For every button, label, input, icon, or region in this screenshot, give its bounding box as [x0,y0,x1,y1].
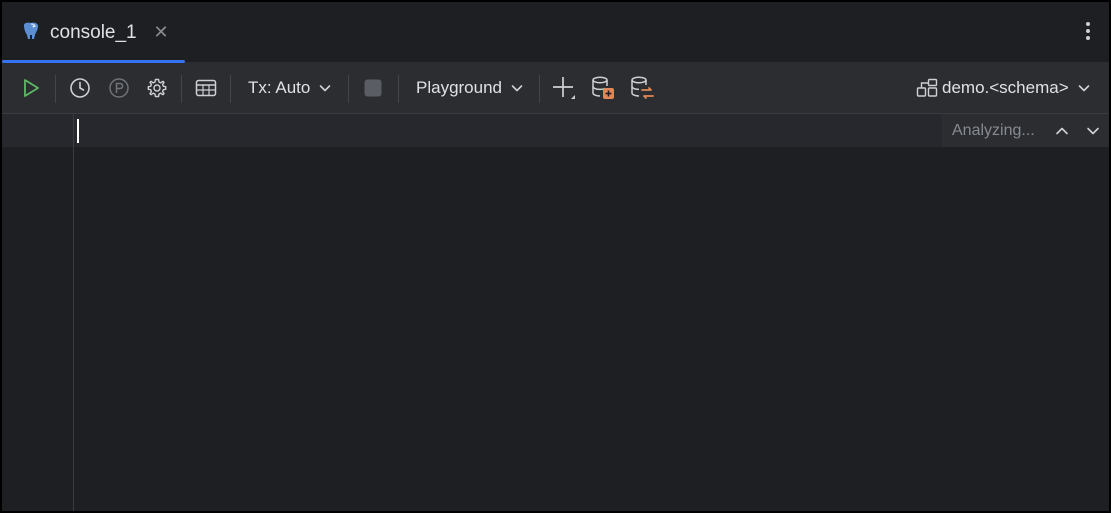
toolbar-separator [55,75,56,103]
toolbar-separator [398,75,399,103]
tab-label: console_1 [50,22,137,43]
database-add-icon [592,76,614,99]
parameters-button[interactable] [106,75,132,101]
toolbar-separator [181,75,182,103]
tab-bar: console_1 ✕ [2,2,1109,63]
schema-label: demo.<schema> [942,78,1069,97]
chevron-down-icon[interactable] [1085,123,1101,139]
gutter-divider [73,114,74,511]
console-toolbar: Tx: Auto Playground demo.<schema> [2,63,1109,114]
chevron-down-icon [1078,85,1089,92]
plus-icon [553,77,575,99]
parameter-p-icon [109,78,129,98]
schema-selector[interactable]: demo.<schema> [916,75,1091,101]
console-window: console_1 ✕ Tx: Auto Playground demo.<sc… [2,2,1109,511]
chevron-down-icon [511,85,523,92]
close-icon[interactable]: ✕ [152,21,170,43]
transaction-mode-dropdown[interactable]: Tx: Auto [248,75,332,101]
run-icon [24,79,39,97]
transaction-mode-label: Tx: Auto [248,78,311,97]
postgresql-elephant-icon [24,22,38,39]
sql-editor[interactable]: Analyzing... [2,114,1109,511]
playground-mode-dropdown[interactable]: Playground [416,75,524,101]
clock-icon [70,78,90,98]
toolbar-separator [539,75,540,103]
add-data-source-button[interactable] [590,75,616,101]
analyzing-status: Analyzing... [952,122,1035,139]
settings-button[interactable] [144,75,170,101]
execute-button[interactable] [18,75,44,101]
database-switch-icon [631,76,654,99]
chevron-down-icon [320,85,331,92]
gear-icon [147,78,167,98]
stop-button[interactable] [360,75,386,101]
text-caret [77,119,79,143]
chevron-up-icon[interactable] [1054,123,1070,139]
inspection-widget: Analyzing... [942,114,1109,147]
more-options-icon[interactable] [1083,20,1093,44]
stop-icon [364,79,382,97]
switch-data-source-button[interactable] [629,75,655,101]
history-button[interactable] [67,75,93,101]
toolbar-separator [230,75,231,103]
playground-mode-label: Playground [416,78,503,97]
add-button[interactable] [551,75,577,101]
table-icon [195,79,217,97]
toolbar-separator [348,75,349,103]
tab-console[interactable]: console_1 ✕ [2,2,185,63]
results-table-button[interactable] [193,75,219,101]
schema-icon [916,78,938,97]
